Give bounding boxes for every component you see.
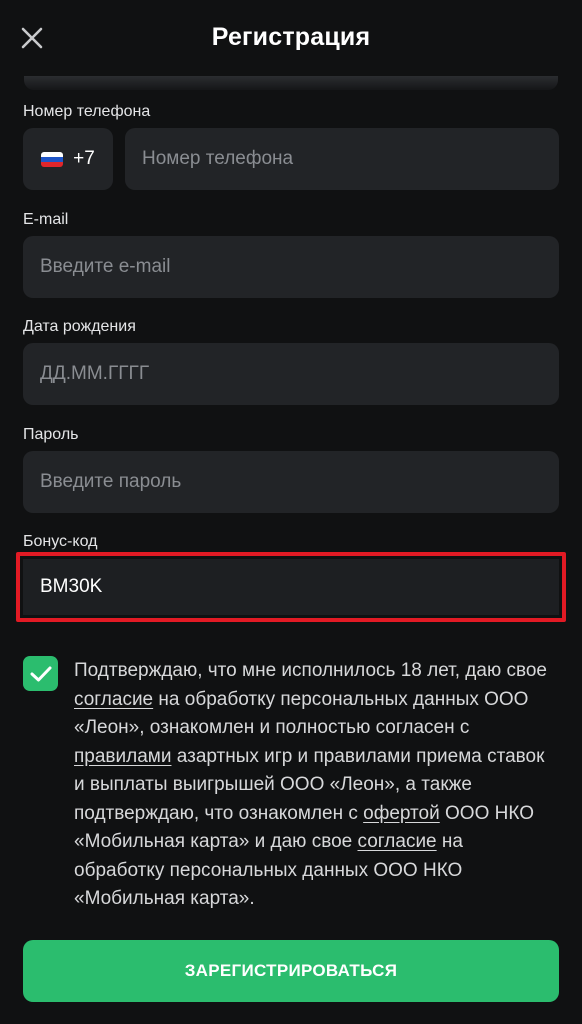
consent-link[interactable]: согласие [74, 689, 153, 710]
consent-link-2[interactable]: согласие [358, 831, 437, 852]
page-title: Регистрация [211, 22, 371, 51]
bonus-code-value: BM30K [40, 576, 103, 597]
consent-checkbox[interactable] [23, 656, 58, 691]
offer-link[interactable]: офертой [363, 803, 440, 824]
scroll-shadow [24, 76, 558, 90]
bonus-label: Бонус-код [23, 533, 98, 550]
password-placeholder: Введите пароль [40, 471, 182, 492]
birthdate-input[interactable]: ДД.ММ.ГГГГ [23, 343, 559, 405]
register-button[interactable]: ЗАРЕГИСТРИРОВАТЬСЯ [23, 940, 559, 1002]
header: Регистрация [0, 0, 582, 78]
birthdate-label: Дата рождения [23, 318, 136, 335]
close-icon [21, 27, 43, 49]
password-input[interactable]: Введите пароль [23, 451, 559, 513]
russia-flag-icon [41, 151, 64, 167]
check-icon [30, 666, 51, 681]
country-code: +7 [73, 148, 95, 169]
country-code-selector[interactable]: +7 [23, 128, 113, 190]
close-button[interactable] [14, 20, 50, 56]
email-input[interactable]: Введите e-mail [23, 236, 559, 298]
bonus-code-input[interactable]: BM30K [23, 559, 559, 615]
phone-placeholder: Номер телефона [142, 148, 294, 169]
phone-label: Номер телефона [23, 103, 151, 120]
email-label: E-mail [23, 211, 69, 228]
consent-text: Подтверждаю, что мне исполнилось 18 лет,… [74, 660, 547, 909]
password-label: Пароль [23, 426, 79, 443]
email-placeholder: Введите e-mail [40, 256, 171, 277]
birthdate-placeholder: ДД.ММ.ГГГГ [40, 363, 150, 384]
rules-link[interactable]: правилами [74, 746, 171, 767]
phone-input[interactable]: Номер телефона [125, 128, 559, 190]
